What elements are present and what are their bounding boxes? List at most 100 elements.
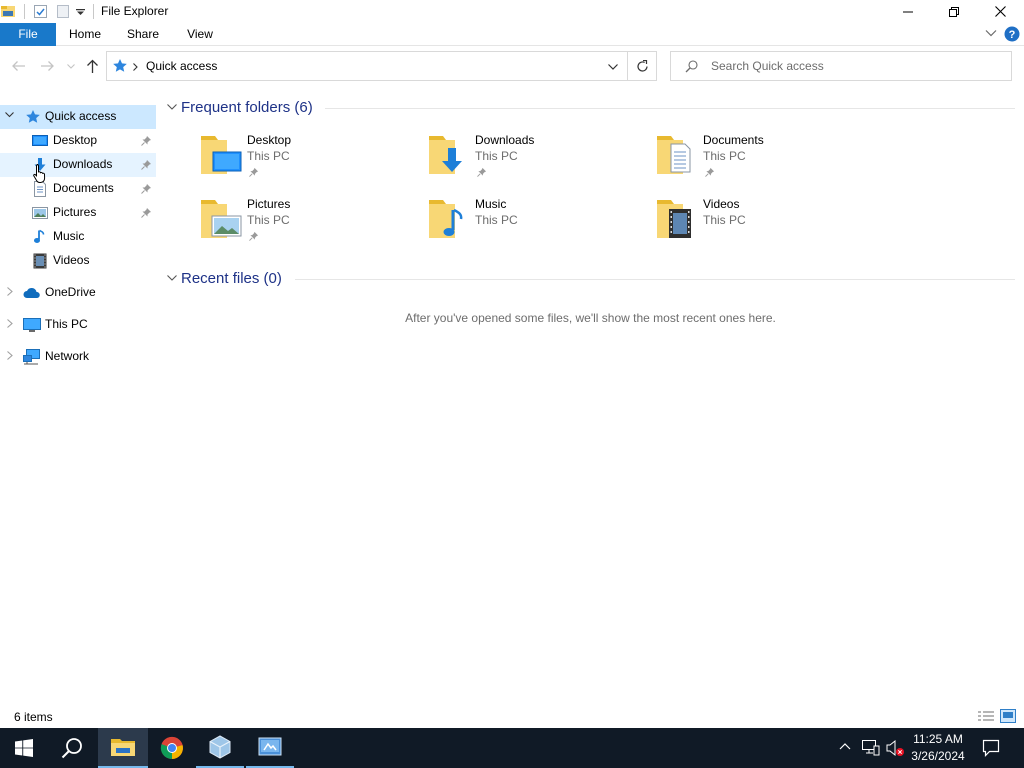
clock-time: 11:25 AM xyxy=(913,732,963,746)
folder-tile-desktop[interactable]: Desktop This PC xyxy=(200,132,420,190)
network-icon xyxy=(23,349,41,365)
taskbar-virtualbox[interactable] xyxy=(196,728,244,768)
folder-name: Music xyxy=(475,197,507,211)
action-center-icon[interactable] xyxy=(982,739,1000,757)
recent-files-empty-message: After you've opened some files, we'll sh… xyxy=(405,311,776,325)
quick-access-star-icon xyxy=(112,58,128,74)
customize-toolbar-chevron-icon[interactable] xyxy=(76,9,85,15)
sidebar-item-desktop[interactable]: Desktop xyxy=(0,129,156,153)
search-icon xyxy=(61,737,83,759)
control-panel-app-icon xyxy=(258,735,282,759)
expand-ribbon-chevron-icon[interactable] xyxy=(985,29,997,37)
sidebar-item-music[interactable]: Music xyxy=(0,225,156,249)
volume-muted-icon[interactable] xyxy=(886,739,906,757)
pin-icon[interactable] xyxy=(477,167,487,177)
folder-location: This PC xyxy=(703,213,746,227)
sidebar-item-quick-access[interactable]: Quick access xyxy=(0,105,156,129)
tab-file[interactable]: File xyxy=(0,23,56,46)
tab-home[interactable]: Home xyxy=(56,23,114,46)
forward-arrow-icon[interactable] xyxy=(40,60,55,72)
downloads-folder-icon xyxy=(428,132,470,176)
breadcrumb-quick-access[interactable]: Quick access xyxy=(146,59,217,73)
chevron-right-icon[interactable] xyxy=(7,287,13,296)
chevron-down-icon[interactable] xyxy=(5,112,14,118)
videos-folder-icon xyxy=(656,196,698,240)
tab-view[interactable]: View xyxy=(172,23,228,46)
title-bar: File Explorer xyxy=(0,0,1024,23)
taskbar-file-explorer[interactable] xyxy=(98,728,148,768)
desktop-folder-icon xyxy=(200,132,242,176)
folder-tile-pictures[interactable]: Pictures This PC xyxy=(200,196,420,254)
restore-button[interactable] xyxy=(931,0,977,23)
taskbar-control-panel-app[interactable] xyxy=(246,728,294,768)
pin-icon[interactable] xyxy=(141,207,152,218)
show-hidden-icons-chevron-icon[interactable] xyxy=(839,742,851,750)
system-clock[interactable]: 11:25 AM 3/26/2024 xyxy=(908,731,968,765)
pin-icon[interactable] xyxy=(249,167,259,177)
taskbar-search-button[interactable] xyxy=(48,728,96,768)
sidebar-item-label: Network xyxy=(45,349,90,363)
minimize-button[interactable] xyxy=(885,0,931,23)
start-button[interactable] xyxy=(0,728,48,768)
taskbar-chrome[interactable] xyxy=(148,728,196,768)
frequent-folders-header[interactable]: Frequent folders (6) xyxy=(165,97,1015,119)
tab-share[interactable]: Share xyxy=(114,23,172,46)
search-input[interactable]: Search Quick access xyxy=(670,51,1012,81)
sidebar-item-network[interactable]: Network xyxy=(0,345,156,369)
virtualbox-icon xyxy=(208,735,232,759)
sidebar-item-onedrive[interactable]: OneDrive xyxy=(0,281,156,305)
folder-name: Desktop xyxy=(247,133,292,147)
breadcrumb-separator-icon[interactable] xyxy=(133,63,138,71)
videos-icon xyxy=(32,253,48,269)
status-bar: 6 items xyxy=(0,706,1024,728)
sidebar-item-videos[interactable]: Videos xyxy=(0,249,156,273)
new-folder-quick-icon[interactable] xyxy=(56,4,70,19)
navigation-pane: Quick access Desktop Downloads Documents xyxy=(0,100,156,705)
folder-tile-documents[interactable]: Documents This PC xyxy=(656,132,876,190)
help-icon[interactable]: ? xyxy=(1004,26,1020,42)
pin-icon[interactable] xyxy=(141,135,152,146)
large-icons-view-icon[interactable] xyxy=(1000,709,1016,723)
folder-tile-downloads[interactable]: Downloads This PC xyxy=(428,132,648,190)
network-status-icon[interactable] xyxy=(862,740,880,756)
start-icon xyxy=(15,739,33,757)
sidebar-item-label: This PC xyxy=(45,317,88,331)
sidebar-item-label: Videos xyxy=(53,253,90,267)
chevron-down-icon[interactable] xyxy=(167,104,177,110)
address-dropdown-chevron-icon[interactable] xyxy=(608,64,618,70)
properties-quick-icon[interactable] xyxy=(33,4,48,19)
navigation-bar: Quick access Search Quick access xyxy=(0,47,1024,87)
details-view-icon[interactable] xyxy=(977,710,995,723)
music-icon xyxy=(32,229,48,245)
up-arrow-icon[interactable] xyxy=(86,59,99,74)
sidebar-item-downloads[interactable]: Downloads xyxy=(0,153,156,177)
pin-icon[interactable] xyxy=(141,183,152,194)
section-title: Frequent folders (6) xyxy=(181,99,313,116)
recent-locations-chevron-icon[interactable] xyxy=(67,64,75,69)
music-folder-icon xyxy=(428,196,470,240)
section-title: Recent files (0) xyxy=(181,270,282,287)
refresh-icon xyxy=(636,59,649,73)
folder-name: Downloads xyxy=(475,133,535,147)
sidebar-item-documents[interactable]: Documents xyxy=(0,177,156,201)
back-arrow-icon[interactable] xyxy=(11,60,26,72)
address-bar[interactable]: Quick access xyxy=(106,51,628,81)
refresh-button[interactable] xyxy=(628,51,657,81)
onedrive-icon xyxy=(23,285,41,301)
pin-icon[interactable] xyxy=(249,231,259,241)
window-title: File Explorer xyxy=(101,4,169,18)
sidebar-item-pictures[interactable]: Pictures xyxy=(0,201,156,225)
recent-files-header[interactable]: Recent files (0) xyxy=(165,268,1015,290)
file-explorer-app-icon[interactable] xyxy=(0,3,16,19)
pin-icon[interactable] xyxy=(141,159,152,170)
folder-tile-videos[interactable]: Videos This PC xyxy=(656,196,876,254)
clock-date: 3/26/2024 xyxy=(911,749,965,763)
sidebar-item-this-pc[interactable]: This PC xyxy=(0,313,156,337)
chevron-down-icon[interactable] xyxy=(167,275,177,281)
content-pane: Frequent folders (6) Desktop This PC Dow… xyxy=(157,96,1024,706)
chevron-right-icon[interactable] xyxy=(7,351,13,360)
close-button[interactable] xyxy=(977,0,1023,23)
pin-icon[interactable] xyxy=(705,167,715,177)
chevron-right-icon[interactable] xyxy=(7,319,13,328)
folder-tile-music[interactable]: Music This PC xyxy=(428,196,648,254)
